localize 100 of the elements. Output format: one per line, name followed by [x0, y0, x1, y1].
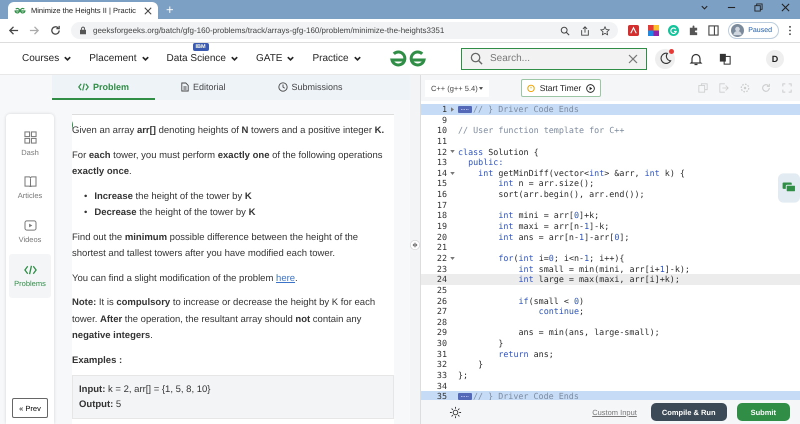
color-extension-icon[interactable]	[648, 25, 660, 36]
grid-icon	[24, 131, 36, 144]
chevron-down-icon[interactable]	[230, 54, 239, 63]
code-line: public:	[467, 157, 504, 168]
nav-menu-item[interactable]: Placement	[89, 53, 136, 64]
problem-text: Note: It is compulsory to increase or decrease the height by K for each tower. After the operation, the resultant array should not contain any negative integers.	[72, 296, 376, 343]
fold-marker-icon[interactable]	[458, 106, 472, 113]
fold-marker-icon[interactable]	[458, 393, 472, 400]
search-icon	[470, 52, 483, 65]
code-line: if(small < 0)	[518, 296, 584, 306]
lock-icon	[79, 26, 87, 35]
play-icon	[586, 84, 596, 92]
line-number: 22	[436, 252, 447, 264]
nav-menu-item[interactable]: GATE	[256, 53, 282, 64]
line-number: 26	[436, 296, 447, 306]
fold-icon[interactable]	[450, 150, 454, 154]
line-number: 25	[436, 284, 447, 296]
line-number: 20	[436, 232, 447, 242]
moon-icon	[658, 52, 672, 65]
fold-icon[interactable]	[450, 256, 454, 260]
timer-icon	[526, 84, 535, 92]
line-number: 21	[436, 242, 447, 253]
nav-menu-item[interactable]: Practice	[312, 53, 349, 64]
bulb-icon[interactable]	[449, 406, 462, 418]
chevron-down-icon[interactable]	[352, 54, 362, 63]
back-icon[interactable]	[8, 25, 19, 36]
line-number: 10	[436, 125, 447, 136]
here-link[interactable]: here	[276, 272, 296, 284]
search-field[interactable]: Search...	[461, 48, 647, 70]
code-line: // } Driver Code Ends	[457, 104, 579, 115]
line-number: 31	[436, 348, 447, 360]
bullet: •	[84, 206, 88, 220]
line-number: 16	[436, 189, 447, 200]
code-line: int n = arr.size();	[497, 178, 594, 190]
code-line: int getMinDiff(vector<int> &arr, int k) {	[477, 168, 685, 178]
clock-icon	[278, 82, 288, 92]
zoom-icon[interactable]	[560, 26, 570, 36]
code-line: };	[457, 370, 468, 381]
line-number: 35	[436, 391, 447, 400]
problem-text: Find out the minimum possible difference between the height of the shortest and tallest towers after you have modified each tower.	[72, 230, 360, 261]
problem-text: You can find a slight modification of the problem here.	[72, 272, 299, 286]
nav-menu-item[interactable]: Courses	[22, 53, 60, 64]
address-bar[interactable]: geeksforgeeks.org/batch/gfg-160-problems/track/arrays-gfg-160/problem/minimize-the-heights3351	[71, 22, 618, 39]
code-line: ans = min(ans, large-small);	[518, 327, 660, 338]
example-line: Output: 5	[79, 398, 122, 412]
clear-icon[interactable]	[628, 54, 638, 64]
problem-tab[interactable]: Submissions	[252, 75, 369, 100]
logo-icon	[14, 6, 26, 14]
line-number: 28	[436, 316, 447, 328]
puzzle-icon[interactable]	[688, 25, 700, 36]
chevron-down-icon[interactable]	[286, 54, 296, 63]
document-icon	[181, 82, 190, 92]
start-timer-button[interactable]: Start Timer	[520, 79, 602, 97]
close-icon[interactable]	[781, 3, 790, 12]
star-icon[interactable]	[600, 26, 610, 36]
share-icon[interactable]	[580, 26, 590, 36]
search-input[interactable]: Search...	[490, 53, 621, 64]
examples-heading: Examples :	[72, 354, 124, 368]
line-number: 14	[436, 168, 447, 178]
user-avatar[interactable]: D	[766, 50, 784, 68]
problem-tab[interactable]: Editorial	[155, 75, 252, 100]
line-number: 23	[436, 264, 447, 274]
code-line: for(int i=0; i<n-1; i++){	[497, 252, 624, 264]
chevron-down-icon[interactable]	[700, 3, 709, 12]
code-line: int large = max(maxi, arr[i]+k);	[518, 274, 680, 285]
chevron-down-icon[interactable]	[63, 54, 72, 63]
logo-icon[interactable]	[388, 48, 428, 68]
more-icon[interactable]	[788, 25, 792, 36]
bell-icon[interactable]	[689, 52, 703, 66]
reload-icon[interactable]	[50, 25, 61, 36]
code-line: int ans = arr[n-1]-arr[0];	[497, 232, 630, 242]
problem-tab[interactable]: Problem	[52, 75, 156, 100]
line-number: 18	[436, 210, 447, 222]
example-line: Input: k = 2, arr[] = {1, 5, 8, 10}	[79, 383, 212, 397]
fold-icon[interactable]	[450, 172, 454, 175]
line-number: 27	[436, 306, 447, 317]
line-number: 15	[436, 178, 447, 190]
book-icon	[24, 176, 36, 187]
problem-text: For each tower, you must perform exactly one of the following operations exactly once.	[72, 148, 384, 179]
line-number: 33	[436, 370, 447, 381]
list-item: Decrease the height of the tower by K	[94, 206, 256, 220]
sidebar-icon[interactable]	[708, 25, 720, 36]
nav-menu-item[interactable]: Data Science	[166, 53, 226, 64]
code-line: int maxi = arr[n-1]-k;	[497, 221, 610, 232]
line-number: 24	[436, 274, 447, 285]
line-number: 17	[436, 200, 447, 210]
line-number: 32	[436, 359, 447, 370]
fold-icon[interactable]	[450, 106, 454, 112]
close-icon[interactable]	[144, 6, 152, 14]
chat-button[interactable]	[778, 173, 800, 203]
line-number: 11	[436, 136, 447, 147]
line-number: 9	[440, 114, 447, 126]
code-line: int small = min(mini, arr[i+1]-k);	[518, 264, 690, 274]
avatar-icon	[731, 24, 744, 37]
code-icon	[78, 82, 89, 90]
chevron-down-icon[interactable]	[140, 54, 150, 63]
restore-icon[interactable]	[754, 3, 763, 12]
line-number: 30	[436, 338, 447, 349]
code-line: }	[497, 338, 504, 349]
theme-toggle[interactable]	[655, 48, 675, 68]
